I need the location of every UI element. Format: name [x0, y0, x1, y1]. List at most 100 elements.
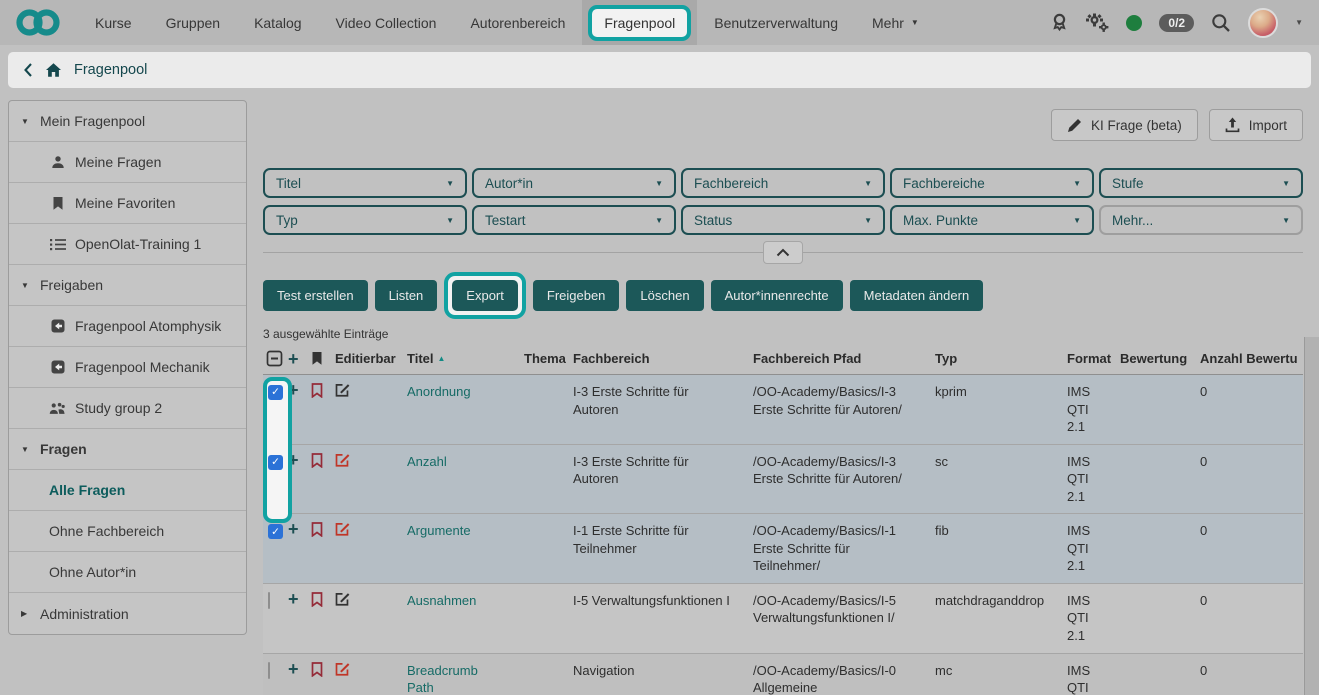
question-title-link[interactable]: Breadcrumb Path	[407, 663, 478, 695]
metadaten-aendern-button[interactable]: Metadaten ändern	[850, 280, 984, 311]
sidebar-section-administration[interactable]: ▶ Administration	[9, 593, 246, 634]
row-checkbox[interactable]	[268, 662, 270, 679]
user-avatar[interactable]	[1248, 8, 1278, 38]
edit-icon[interactable]	[335, 662, 407, 677]
add-to-list-icon[interactable]: +	[288, 592, 311, 606]
autorinnenrechte-button[interactable]: Autor*innenrechte	[711, 280, 843, 311]
question-title-link[interactable]: Ausnahmen	[407, 593, 476, 608]
nav-item-autorenbereich[interactable]: Autorenbereich	[453, 0, 582, 45]
filter-status[interactable]: Status▼	[681, 205, 885, 235]
listen-button[interactable]: Listen	[375, 280, 438, 311]
home-icon[interactable]	[45, 62, 62, 78]
avatar-chevron-down-icon[interactable]: ▼	[1295, 18, 1303, 27]
bookmark-column-icon[interactable]	[311, 351, 335, 366]
nav-item-fragenpool[interactable]: Fragenpool	[582, 0, 697, 45]
table-scrollbar[interactable]	[1304, 337, 1319, 695]
cell-anzahl: 0	[1200, 522, 1303, 540]
sidebar-item-alle-fragen[interactable]: Alle Fragen	[9, 470, 246, 511]
caret-down-icon: ▼	[21, 445, 31, 454]
filter-max-punkte[interactable]: Max. Punkte▼	[890, 205, 1094, 235]
sidebar-item-fragenpool-mechanik[interactable]: Fragenpool Mechanik	[9, 347, 246, 388]
edit-icon[interactable]	[335, 453, 407, 468]
filter-testart[interactable]: Testart▼	[472, 205, 676, 235]
col-anzahl-bewertungen[interactable]: Anzahl Bewertu	[1200, 351, 1303, 366]
nav-item-kurse[interactable]: Kurse	[78, 0, 149, 45]
cell-typ: matchdraganddrop	[935, 592, 1067, 610]
col-fachbereich[interactable]: Fachbereich	[573, 351, 753, 366]
export-button[interactable]: Export	[452, 280, 518, 311]
row-checkbox[interactable]: ✓	[268, 385, 283, 400]
question-title-link[interactable]: Argumente	[407, 523, 471, 538]
col-bewertung[interactable]: Bewertung	[1120, 351, 1200, 366]
bookmark-icon	[49, 196, 66, 211]
filter-stufe[interactable]: Stufe▼	[1099, 168, 1303, 198]
search-icon[interactable]	[1211, 13, 1231, 33]
cell-pfad: /OO-Academy/Basics/I-3 Erste Schritte fü…	[753, 453, 935, 488]
add-to-list-icon[interactable]: +	[288, 522, 311, 536]
col-thema[interactable]: Thema	[524, 351, 573, 366]
sidebar-item-meine-favoriten[interactable]: Meine Favoriten	[9, 183, 246, 224]
edit-icon[interactable]	[335, 383, 407, 398]
cell-format: IMS QTI 2.1	[1067, 453, 1120, 506]
table-row: + Breadcrumb Path Navigation /OO-Academy…	[263, 654, 1303, 695]
chevron-down-icon: ▼	[1073, 216, 1081, 225]
sidebar-item-fragenpool-atomphysik[interactable]: Fragenpool Atomphysik	[9, 306, 246, 347]
chat-counter-badge[interactable]: 0/2	[1159, 14, 1194, 32]
sidebar-item-meine-fragen[interactable]: Meine Fragen	[9, 142, 246, 183]
settings-gears-icon[interactable]	[1085, 13, 1109, 33]
add-column-icon[interactable]: +	[288, 352, 311, 366]
col-format[interactable]: Format	[1067, 351, 1120, 366]
col-fachbereich-pfad[interactable]: Fachbereich Pfad	[753, 351, 935, 366]
main-menu: Kurse Gruppen Katalog Video Collection A…	[78, 0, 936, 45]
row-checkbox[interactable]: ✓	[268, 524, 283, 539]
freigeben-button[interactable]: Freigeben	[533, 280, 620, 311]
nav-item-mehr[interactable]: Mehr ▼	[855, 0, 936, 45]
test-erstellen-button[interactable]: Test erstellen	[263, 280, 368, 311]
import-button[interactable]: Import	[1209, 109, 1303, 141]
filter-mehr[interactable]: Mehr...▼	[1099, 205, 1303, 235]
filter-titel[interactable]: Titel▼	[263, 168, 467, 198]
bookmark-icon[interactable]	[311, 592, 335, 607]
table-row: ✓ + Anordnung I-3 Erste Schritte für Aut…	[263, 375, 1303, 445]
filter-fachbereich[interactable]: Fachbereich▼	[681, 168, 885, 198]
sidebar-section-fragen[interactable]: ▼ Fragen	[9, 429, 246, 470]
nav-item-benutzerverwaltung[interactable]: Benutzerverwaltung	[697, 0, 855, 45]
nav-item-katalog[interactable]: Katalog	[237, 0, 318, 45]
sidebar-section-mein-fragenpool[interactable]: ▼ Mein Fragenpool	[9, 101, 246, 142]
annotation-fragenpool: Fragenpool	[588, 5, 691, 41]
edit-icon[interactable]	[335, 522, 407, 537]
edit-icon[interactable]	[335, 592, 407, 607]
sidebar-item-openolat-training[interactable]: OpenOlat-Training 1	[9, 224, 246, 265]
chevron-down-icon: ▼	[1282, 216, 1290, 225]
nav-item-gruppen[interactable]: Gruppen	[149, 0, 237, 45]
add-to-list-icon[interactable]: +	[288, 662, 311, 676]
chevron-down-icon: ▼	[911, 18, 919, 27]
bookmark-icon[interactable]	[311, 522, 335, 537]
nav-item-video-collection[interactable]: Video Collection	[319, 0, 454, 45]
bookmark-icon[interactable]	[311, 453, 335, 468]
row-checkbox[interactable]: ✓	[268, 455, 283, 470]
col-editierbar[interactable]: Editierbar	[335, 351, 407, 366]
col-typ[interactable]: Typ	[935, 351, 1067, 366]
back-icon[interactable]	[23, 62, 33, 78]
bookmark-icon[interactable]	[311, 383, 335, 398]
select-all-checkbox[interactable]	[263, 350, 288, 367]
filter-typ[interactable]: Typ▼	[263, 205, 467, 235]
question-title-link[interactable]: Anordnung	[407, 384, 471, 399]
bookmark-icon[interactable]	[311, 662, 335, 677]
sidebar-item-study-group-2[interactable]: Study group 2	[9, 388, 246, 429]
openolat-logo-icon[interactable]	[16, 9, 60, 36]
filter-fachbereiche[interactable]: Fachbereiche▼	[890, 168, 1094, 198]
col-titel[interactable]: Titel▲	[407, 351, 524, 366]
row-checkbox[interactable]	[268, 592, 270, 609]
question-title-link[interactable]: Anzahl	[407, 454, 447, 469]
sidebar-item-ohne-fachbereich[interactable]: Ohne Fachbereich	[9, 511, 246, 552]
filter-autorin[interactable]: Autor*in▼	[472, 168, 676, 198]
ki-frage-button[interactable]: KI Frage (beta)	[1051, 109, 1198, 141]
badges-icon[interactable]	[1051, 13, 1068, 33]
collapse-filters-button[interactable]	[763, 241, 803, 264]
sidebar-item-ohne-autorin[interactable]: Ohne Autor*in	[9, 552, 246, 593]
loeschen-button[interactable]: Löschen	[626, 280, 703, 311]
sidebar-section-freigaben[interactable]: ▼ Freigaben	[9, 265, 246, 306]
cell-anzahl: 0	[1200, 662, 1303, 680]
